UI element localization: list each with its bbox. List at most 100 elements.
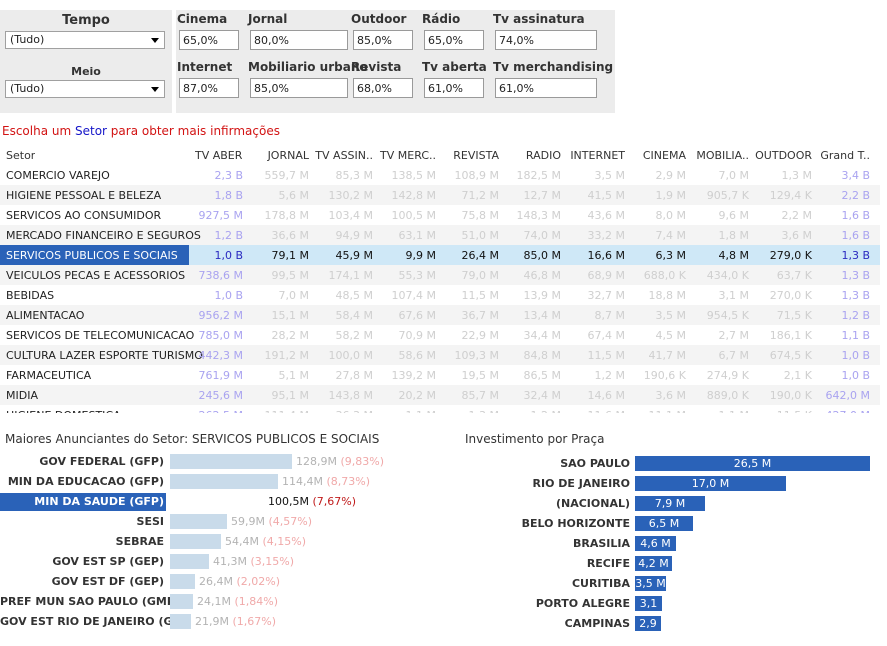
praca-bar[interactable]: 17,0 M xyxy=(635,476,786,491)
media-input-outdoor[interactable]: 85,0% xyxy=(353,30,413,50)
table-row[interactable]: COMERCIO VAREJO 2,3 B 559,7 M 85,3 M 138,5 M… xyxy=(0,165,880,185)
praca-bar[interactable]: 4,2 M xyxy=(635,556,672,571)
table-cell: 74,0 M xyxy=(523,229,561,242)
sector-name: CULTURA LAZER ESPORTE TURISMO xyxy=(6,349,203,362)
media-input-cinema[interactable]: 65,0% xyxy=(179,30,239,50)
table-cell: 32,4 M xyxy=(523,389,561,402)
table-cell: 32,7 M xyxy=(587,289,625,302)
table-cell: 6,7 M xyxy=(718,349,749,362)
table-cell: 688,0 K xyxy=(643,269,686,282)
advertiser-bar-row[interactable]: MIN DA EDUCACAO (GFP) 114,4M (8,73%) xyxy=(0,473,455,491)
table-row[interactable]: SERVICOS AO CONSUMIDOR 927,5 M 178,8 M 103,… xyxy=(0,205,880,225)
table-cell: 109,3 M xyxy=(454,349,499,362)
column-header[interactable]: Grand T.. xyxy=(818,149,870,162)
chevron-down-icon xyxy=(151,38,159,43)
advertiser-bar-row[interactable]: PREF MUN SAO PAULO (GMP) 24,1M (1,84%) xyxy=(0,593,455,611)
advertiser-bar-row[interactable]: GOV EST RIO DE JANEIRO (G.. 21,9M (1,67%) xyxy=(0,613,455,631)
table-cell: 7,0 M xyxy=(278,289,309,302)
praca-name: PORTO ALEGRE xyxy=(535,597,630,610)
table-cell: 3,5 M xyxy=(594,169,625,182)
table-row[interactable]: FARMACEUTICA 761,9 M 5,1 M 27,8 M 139,2 M 19,… xyxy=(0,365,880,385)
table-cell: 2,2 M xyxy=(781,209,812,222)
advertiser-bar-row[interactable]: SESI 59,9M (4,57%) xyxy=(0,513,455,531)
advertiser-bar-row[interactable]: GOV EST SP (GEP) 41,3M (3,15%) xyxy=(0,553,455,571)
table-cell: 279,0 K xyxy=(769,249,812,262)
media-input-internet[interactable]: 87,0% xyxy=(179,78,239,98)
table-cell: 15,1 M xyxy=(271,309,309,322)
table-cell: 11,5 K xyxy=(752,409,812,413)
media-input-tv-aberta[interactable]: 61,0% xyxy=(424,78,484,98)
column-header[interactable]: INTERNET xyxy=(565,149,625,162)
advertiser-bar-row[interactable]: SEBRAE 54,4M (4,15%) xyxy=(0,533,455,551)
tempo-dropdown[interactable]: (Tudo) xyxy=(5,31,165,49)
table-cell: 1,3 B xyxy=(841,289,870,302)
column-header[interactable]: TV ASSIN.. xyxy=(313,149,373,162)
advertiser-value: 114,4M (8,73%) xyxy=(282,475,370,488)
table-cell: 174,1 M xyxy=(328,269,373,282)
sector-name: BEBIDAS xyxy=(6,289,55,302)
media-input-revista[interactable]: 68,0% xyxy=(353,78,413,98)
table-cell: 559,7 M xyxy=(264,169,309,182)
table-cell: 190,0 K xyxy=(769,389,812,402)
table-row[interactable]: MERCADO FINANCEIRO E SEGUROS 1,2 B 36,6 M 9… xyxy=(0,225,880,245)
column-header[interactable]: REVISTA xyxy=(439,149,499,162)
table-row[interactable]: HIGIENE DOMESTICA262,5 M111,4 M36,3 M1,1… xyxy=(0,405,880,413)
table-row[interactable]: HIGIENE PESSOAL E BELEZA 1,8 B 5,6 M 130,2 … xyxy=(0,185,880,205)
table-row[interactable]: MIDIA 245,6 M 95,1 M 143,8 M 20,2 M 85,7 M 32,… xyxy=(0,385,880,405)
praca-name: RECIFE xyxy=(586,557,630,570)
column-header[interactable]: Setor xyxy=(6,149,35,162)
table-row[interactable]: VEICULOS PECAS E ACESSORIOS 738,6 M 99,5 M… xyxy=(0,265,880,285)
advertiser-bar-row[interactable]: GOV EST DF (GEP) 26,4M (2,02%) xyxy=(0,573,455,591)
table-cell: 3,1 M xyxy=(718,289,749,302)
media-input-tv-assinatura[interactable]: 74,0% xyxy=(495,30,597,50)
sector-name: HIGIENE DOMESTICA xyxy=(6,409,121,413)
media-input-jornal[interactable]: 80,0% xyxy=(250,30,348,50)
table-cell: 1,0 B xyxy=(841,369,870,382)
advertiser-percent: (4,15%) xyxy=(262,535,307,548)
sector-name: MIDIA xyxy=(6,389,38,402)
column-header[interactable]: CINEMA xyxy=(628,149,686,162)
table-cell: 85,7 M xyxy=(461,389,499,402)
column-header[interactable]: RADIO xyxy=(503,149,561,162)
table-row[interactable]: BEBIDAS 1,0 B 7,0 M 48,5 M 107,4 M 11,5 M 13,9… xyxy=(0,285,880,305)
praca-bar[interactable]: 4,6 M xyxy=(635,536,676,551)
meio-dropdown[interactable]: (Tudo) xyxy=(5,80,165,98)
column-header[interactable]: JORNAL xyxy=(249,149,309,162)
media-input-radio[interactable]: 65,0% xyxy=(424,30,484,50)
table-row[interactable]: SERVICOS DE TELECOMUNICACAO 785,0 M 28,2 M… xyxy=(0,325,880,345)
table-cell: 143,8 M xyxy=(328,389,373,402)
table-cell: 107,4 M xyxy=(391,289,436,302)
table-cell: 245,6 M xyxy=(198,389,243,402)
column-header[interactable]: OUTDOOR xyxy=(752,149,812,162)
praca-bar[interactable]: 7,9 M xyxy=(635,496,705,511)
praca-bar[interactable]: 2,9 M xyxy=(635,616,661,645)
praca-bar[interactable]: 3,5 M xyxy=(635,576,666,591)
advertiser-bar-row[interactable]: GOV FEDERAL (GFP) 128,9M (9,83%) xyxy=(0,453,455,471)
media-input-mobiliario[interactable]: 85,0% xyxy=(250,78,348,98)
table-cell: 8,0 M xyxy=(655,209,686,222)
column-header[interactable]: TV ABER.. xyxy=(195,149,243,162)
table-row[interactable]: SERVICOS PUBLICOS E SOCIAIS 1,0 B 79,1 M 45… xyxy=(0,245,880,265)
table-cell: 18,8 M xyxy=(648,289,686,302)
table-row[interactable]: ALIMENTACAO 956,2 M 15,1 M 58,4 M 67,6 M 36,7… xyxy=(0,305,880,325)
table-cell: 1,3 B xyxy=(841,269,870,282)
table-cell: 1,2 B xyxy=(841,309,870,322)
praca-bar[interactable]: 6,5 M xyxy=(635,516,693,531)
media-input-tv-merchandising[interactable]: 61,0% xyxy=(495,78,597,98)
table-cell: 34,4 M xyxy=(523,329,561,342)
tempo-value: (Tudo) xyxy=(10,33,45,46)
table-row[interactable]: CULTURA LAZER ESPORTE TURISMO 442,3 M 191,… xyxy=(0,345,880,365)
advertiser-bar-row[interactable]: MIN DA SAUDE (GFP) 100,5M (7,67%) xyxy=(0,493,455,511)
advertiser-value: 54,4M (4,15%) xyxy=(225,535,306,548)
table-cell: 674,5 K xyxy=(769,349,812,362)
table-cell: 4,8 M xyxy=(718,249,749,262)
advertiser-amount: 59,9M xyxy=(231,515,269,528)
table-cell: 45,9 M xyxy=(335,249,373,262)
table-cell: 1,8 M xyxy=(718,229,749,242)
praca-bar[interactable]: 26,5 M xyxy=(635,456,870,471)
table-cell: 85,3 M xyxy=(335,169,373,182)
column-header[interactable]: TV MERC.. xyxy=(376,149,436,162)
table-cell: 84,8 M xyxy=(523,349,561,362)
column-header[interactable]: MOBILIA.. xyxy=(689,149,749,162)
praca-bar[interactable]: 3,1 M xyxy=(635,596,662,625)
